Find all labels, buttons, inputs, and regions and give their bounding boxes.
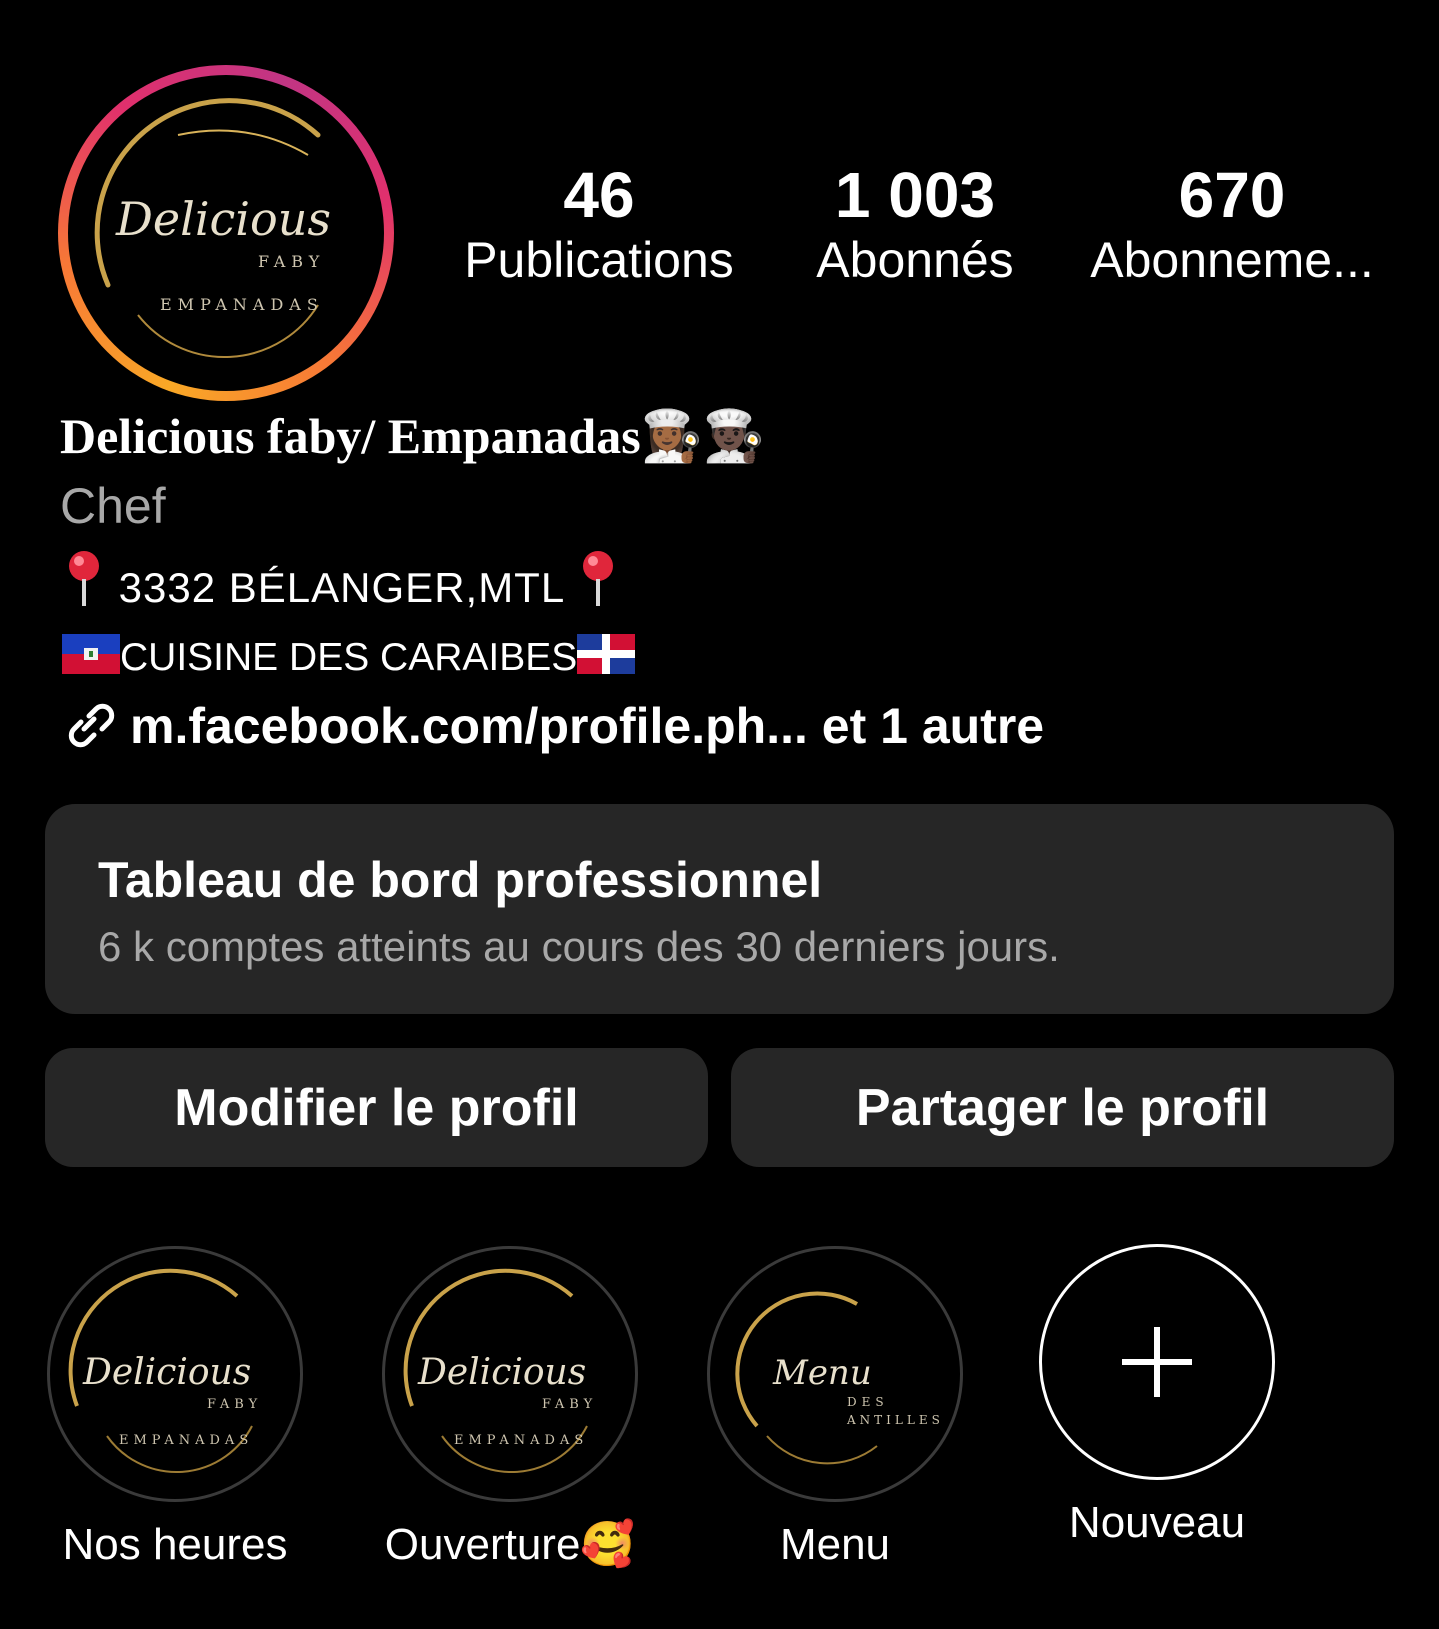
delicious-faby-logo: Delicious FABY EMPANADAS — [94, 98, 331, 359]
share-profile-button[interactable]: Partager le profil — [731, 1048, 1394, 1167]
professional-dashboard-card[interactable]: Tableau de bord professionnel 6 k compte… — [45, 804, 1394, 1014]
profile-category: Chef — [60, 478, 166, 534]
bio-address-line: 3332 BÉLANGER,MTL — [62, 548, 620, 618]
logo-small-text: FABY — [258, 252, 325, 271]
stat-label: Abonnés — [816, 232, 1014, 288]
new-highlight-circle — [1039, 1244, 1275, 1480]
logo-bottom-text: EMPANADAS — [160, 295, 324, 314]
logo-script-text: Delicious — [82, 1352, 251, 1393]
dashboard-subtitle: 6 k comptes atteints au cours des 30 der… — [98, 923, 1060, 970]
stat-following[interactable]: 670 Abonneme... — [1082, 160, 1382, 290]
stat-value: 46 — [563, 159, 635, 231]
highlight-cover: Menu DES ANTILLES — [707, 1246, 963, 1502]
highlight-cover: Delicious FABY EMPANADAS — [382, 1246, 638, 1502]
bio-cuisine-line: CUISINE DES CARAIBES — [62, 630, 636, 686]
pin-icon — [583, 551, 614, 606]
bio-link-text: m.facebook.com/profile.ph... et 1 autre — [130, 698, 1045, 754]
stat-value: 1 003 — [834, 159, 996, 231]
pin-icon — [69, 551, 99, 606]
logo-bottom-text: EMPANADAS — [454, 1433, 588, 1448]
bio-address-text: 3332 BÉLANGER,MTL — [118, 564, 564, 611]
highlight-label: Menu — [779, 1520, 891, 1569]
highlight-new[interactable]: Nouveau — [1012, 1244, 1302, 1550]
dashboard-title: Tableau de bord professionnel — [98, 852, 823, 908]
highlight-menu[interactable]: Menu DES ANTILLES Menu — [690, 1246, 980, 1572]
menu-des-antilles-logo: Menu DES ANTILLES — [735, 1291, 944, 1465]
dominican-flag-icon — [577, 634, 636, 674]
logo-script-text: Menu — [772, 1353, 872, 1393]
logo-script-text: Delicious — [115, 192, 331, 246]
highlight-label: Ouverture🥰 — [384, 1520, 636, 1569]
profile-avatar[interactable]: Delicious FABY EMPANADAS — [58, 65, 394, 401]
bio-cuisine-text: CUISINE DES CARAIBES — [120, 636, 578, 679]
highlight-cover: Delicious FABY EMPANADAS — [47, 1246, 303, 1502]
avatar-image: Delicious FABY EMPANADAS — [68, 75, 384, 391]
stat-value: 670 — [1178, 159, 1286, 231]
stat-followers[interactable]: 1 003 Abonnés — [784, 160, 1046, 290]
logo-bottom-text: EMPANADAS — [119, 1433, 253, 1448]
logo-small-text: FABY — [207, 1397, 262, 1412]
logo-script-text: Delicious — [417, 1352, 586, 1393]
delicious-faby-logo: Delicious FABY EMPANADAS — [68, 1268, 262, 1473]
logo-small-text: DES — [847, 1395, 889, 1409]
stat-label: Publications — [464, 232, 734, 288]
stat-label: Abonneme... — [1090, 232, 1374, 288]
logo-small-text: FABY — [542, 1397, 597, 1412]
edit-profile-button[interactable]: Modifier le profil — [45, 1048, 708, 1167]
highlight-nos-heures[interactable]: Delicious FABY EMPANADAS Nos heures — [30, 1246, 320, 1572]
highlight-label: Nos heures — [62, 1520, 288, 1569]
highlight-label: Nouveau — [1068, 1498, 1246, 1547]
delicious-faby-logo: Delicious FABY EMPANADAS — [403, 1268, 597, 1473]
plus-icon — [1122, 1327, 1192, 1397]
haiti-flag-icon — [62, 634, 120, 674]
stat-publications[interactable]: 46 Publications — [448, 160, 750, 290]
link-icon — [68, 703, 115, 748]
profile-name: Delicious faby/ Empanadas👩🏾‍🍳👨🏿‍🍳 — [60, 408, 766, 464]
bio-link[interactable]: m.facebook.com/profile.ph... et 1 autre — [60, 694, 1044, 758]
logo-bottom-text: ANTILLES — [846, 1413, 944, 1427]
highlight-ouverture[interactable]: Delicious FABY EMPANADAS Ouverture🥰 — [365, 1246, 655, 1572]
